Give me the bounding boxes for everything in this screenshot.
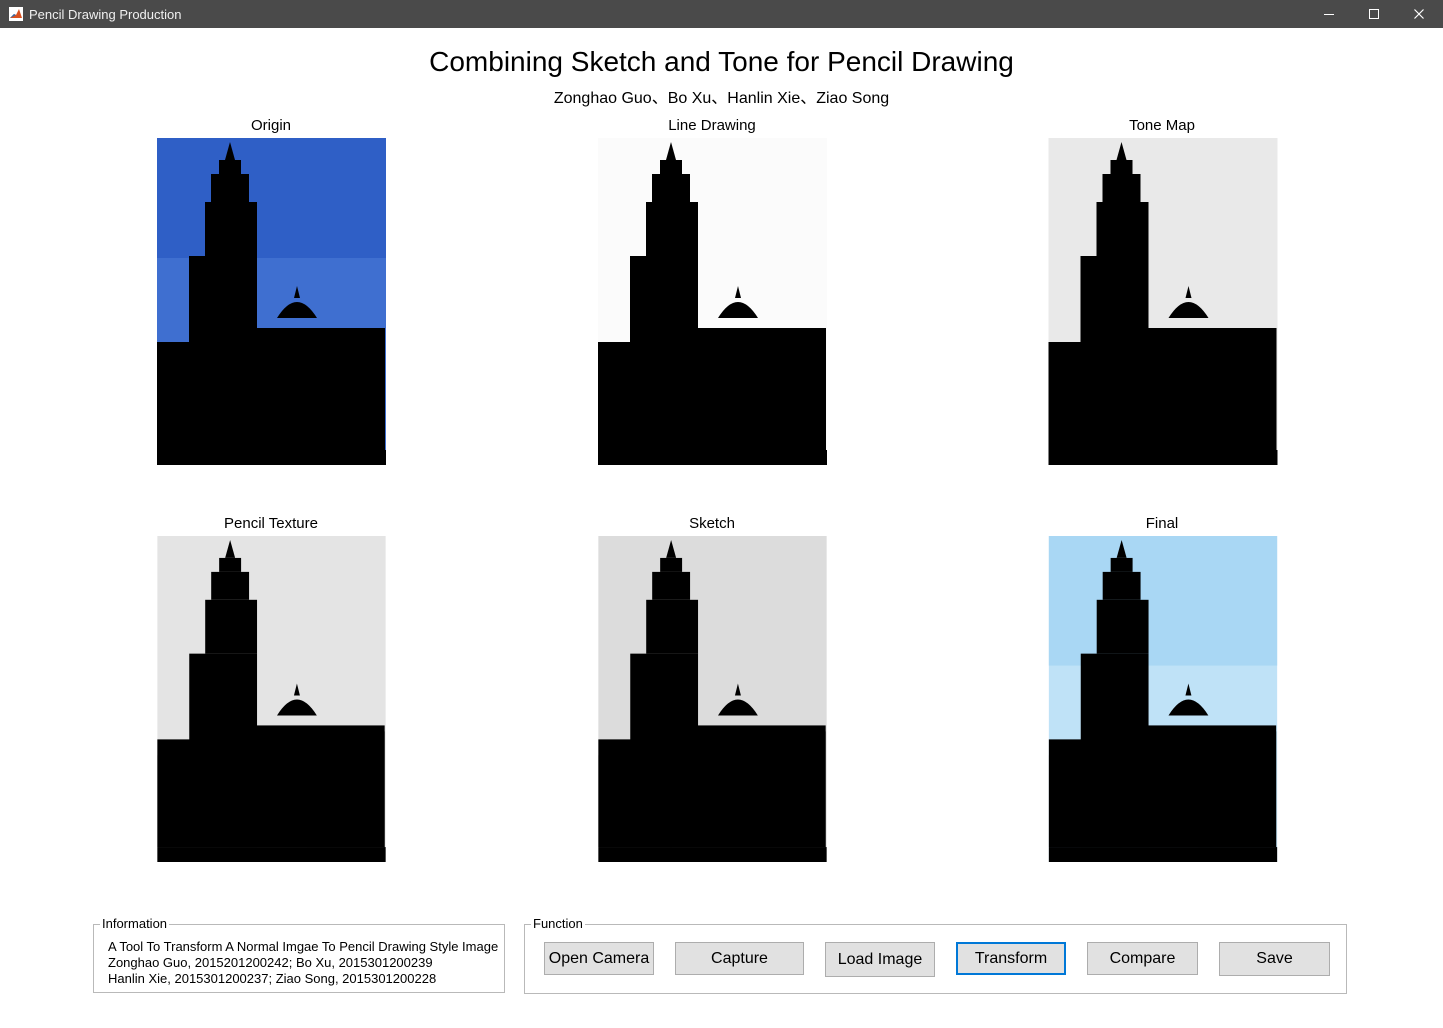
info-line-description: A Tool To Transform A Normal Imgae To Pe… (108, 939, 499, 954)
close-icon (1414, 9, 1424, 19)
save-button[interactable]: Save (1219, 942, 1330, 976)
image-pencil-texture: .p .b-roof{fill:#f4f4f4;stroke:#999;stro… (157, 536, 386, 862)
image-final: .f .b-roof{fill:#eef0f2;stroke:#333;stro… (1048, 536, 1278, 862)
information-text: A Tool To Transform A Normal Imgae To Pe… (108, 939, 498, 987)
panel-label-sketch: Sketch (689, 515, 735, 532)
image-origin: .o .b-roof{fill:#e8e8ec;stroke:#555;stro… (157, 138, 386, 465)
maximize-icon (1369, 9, 1379, 19)
info-line-authors-2: Hanlin Xie, 2015301200237; Ziao Song, 20… (108, 971, 437, 986)
image-sketch: .s .b-roof{fill:#ececec;stroke:#2a2a2a;s… (598, 536, 827, 862)
load-image-button[interactable]: Load Image (825, 942, 935, 977)
page-title: Combining Sketch and Tone for Pencil Dra… (429, 46, 1014, 77)
capture-button[interactable]: Capture (675, 942, 804, 975)
information-legend: Information (100, 916, 170, 932)
image-tone-map: .t .b-roof{fill:#f2f2f2;stroke:#888;stro… (1048, 138, 1278, 465)
open-camera-button[interactable]: Open Camera (544, 942, 654, 975)
panel-label-pencil-texture: Pencil Texture (224, 515, 318, 532)
panel-label-final: Final (1145, 515, 1179, 532)
minimize-button[interactable] (1306, 0, 1352, 28)
window-titlebar: Pencil Drawing Production (0, 0, 1443, 28)
information-panel: Information A Tool To Transform A Normal… (93, 916, 505, 993)
authors-subtitle: Zonghao Guo、Bo Xu、Hanlin Xie、Ziao Song (553, 90, 890, 107)
transform-button[interactable]: Transform (956, 942, 1066, 975)
compare-button[interactable]: Compare (1087, 942, 1198, 975)
info-line-authors-1: Zonghao Guo, 2015201200242; Bo Xu, 20153… (108, 955, 433, 970)
panel-label-line-drawing: Line Drawing (668, 117, 756, 134)
image-line-drawing: .l .b-roof,.l .b-stone,.l .b-stone2,.l .… (598, 138, 827, 465)
window-title: Pencil Drawing Production (29, 6, 182, 22)
panel-label-origin: Origin (250, 117, 291, 134)
matlab-app-icon (9, 7, 23, 21)
function-legend: Function (531, 916, 585, 932)
close-button[interactable] (1396, 0, 1442, 28)
panel-label-tone-map: Tone Map (1129, 117, 1195, 134)
minimize-icon (1324, 14, 1334, 15)
maximize-button[interactable] (1351, 0, 1397, 28)
